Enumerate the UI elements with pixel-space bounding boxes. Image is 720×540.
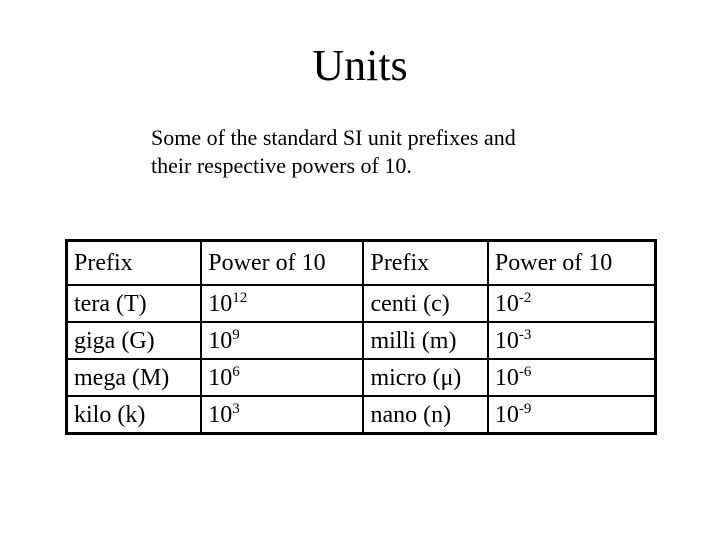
subtitle-line: their respective powers of 10. (151, 153, 412, 178)
power-exponent: 6 (232, 363, 240, 380)
power-exponent: -6 (518, 363, 532, 380)
prefix-cell: milli (m) (363, 322, 489, 360)
power-cell: 10-9 (488, 396, 656, 434)
slide-title: Units (312, 41, 408, 90)
table-header-row: Prefix Power of 10 Prefix Power of 10 (66, 240, 656, 286)
table-row: mega (M) 106 micro (μ) 10-6 (66, 359, 656, 397)
table-row: giga (G) 109 milli (m) 10-3 (66, 322, 656, 360)
power-base: 10 (208, 401, 233, 428)
header-prefix-small: Prefix (363, 240, 489, 286)
header-power-large: Power of 10 (201, 240, 365, 286)
power-cell: 1012 (201, 285, 365, 323)
power-exponent: 9 (232, 326, 240, 343)
prefix-cell: mega (M) (66, 359, 203, 397)
power-base: 10 (494, 364, 519, 391)
power-cell: 10-6 (487, 359, 656, 397)
header-prefix-large: Prefix (66, 240, 203, 286)
power-exponent: -2 (518, 289, 532, 306)
prefix-cell: centi (c) (363, 285, 489, 323)
power-base: 10 (208, 364, 233, 391)
prefix-cell: kilo (k) (66, 396, 203, 434)
power-exponent: -3 (518, 326, 532, 343)
power-base: 10 (494, 290, 519, 317)
power-base: 10 (494, 401, 519, 428)
power-exponent: 12 (232, 289, 248, 306)
prefix-cell: giga (G) (66, 322, 203, 360)
power-cell: 106 (201, 359, 365, 397)
si-prefix-table: Prefix Power of 10 Prefix Power of 10 te… (65, 239, 657, 435)
prefix-cell: tera (T) (66, 285, 203, 323)
prefix-cell: micro (μ) (363, 359, 489, 397)
power-base: 10 (208, 290, 233, 317)
power-base: 10 (494, 327, 519, 354)
power-cell: 109 (201, 322, 365, 360)
header-power-small: Power of 10 (487, 240, 656, 286)
subtitle-line: Some of the standard SI unit prefixes an… (151, 125, 516, 150)
power-cell: 10-3 (487, 322, 656, 360)
power-exponent: 3 (232, 400, 240, 417)
power-cell: 10-2 (487, 285, 656, 323)
table-row: tera (T) 1012 centi (c) 10-2 (66, 285, 656, 323)
power-base: 10 (208, 327, 233, 354)
power-cell: 103 (201, 396, 365, 434)
slide-subtitle: Some of the standard SI unit prefixes an… (151, 124, 611, 180)
table-row: kilo (k) 103 nano (n) 10-9 (66, 396, 656, 434)
power-exponent: -9 (518, 400, 532, 417)
prefix-cell: nano (n) (363, 396, 489, 434)
